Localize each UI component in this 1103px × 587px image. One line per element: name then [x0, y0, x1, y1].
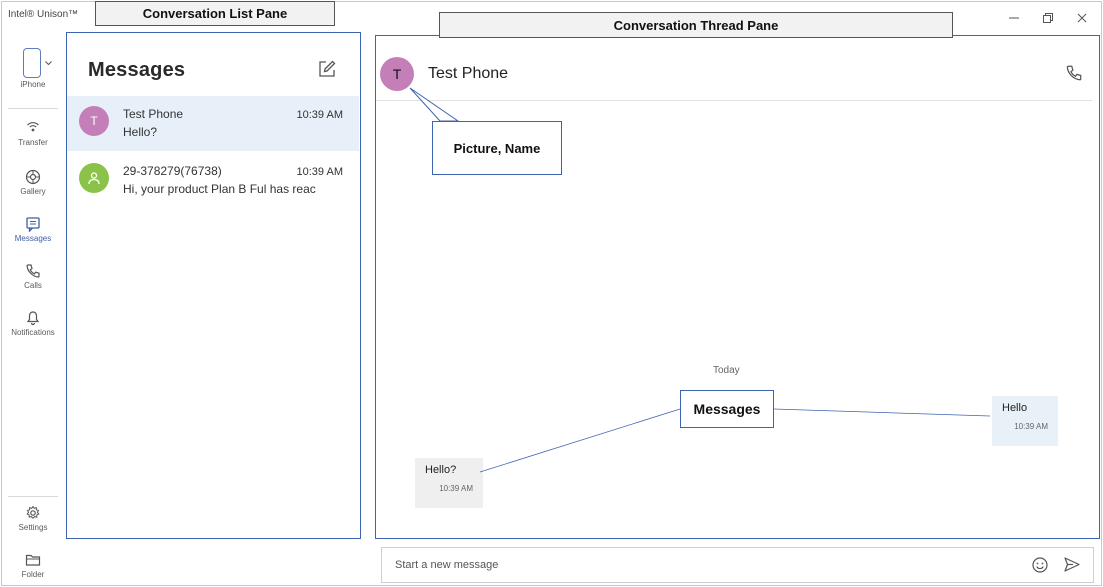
annotation-thread-pane: Conversation Thread Pane	[439, 12, 953, 38]
list-title: Messages	[88, 59, 186, 81]
conversation-time: 10:39 AM	[296, 166, 343, 178]
folder-icon	[25, 554, 41, 566]
nav-rail: iPhone Transfer Gallery Messages Calls N…	[0, 30, 66, 587]
nav-label-folder: Folder	[21, 570, 45, 579]
compose-bar	[381, 547, 1094, 583]
avatar	[79, 163, 109, 193]
bell-icon	[26, 311, 40, 326]
new-message-button[interactable]	[317, 59, 339, 81]
nav-label-notifications: Notifications	[11, 328, 55, 337]
conversation-list-pane: Messages T Test Phone 10:39 AM Hello? 29…	[66, 32, 361, 539]
chevron-down-icon	[44, 60, 52, 65]
send-button[interactable]	[1063, 556, 1081, 574]
restore-button[interactable]	[1031, 6, 1065, 30]
thread-header-divider	[376, 100, 1092, 101]
message-time: 10:39 AM	[439, 484, 473, 493]
conversation-name: 29-378279(76738)	[123, 164, 222, 178]
message-text: Hello	[1002, 402, 1028, 414]
device-selector[interactable]: iPhone	[0, 48, 66, 89]
emoji-button[interactable]	[1031, 556, 1049, 574]
conversation-item[interactable]: 29-378279(76738) 10:39 AM Hi, your produ…	[67, 153, 359, 208]
minimize-icon	[1009, 17, 1019, 19]
avatar: T	[79, 106, 109, 136]
message-input[interactable]	[395, 548, 895, 582]
nav-label-gallery: Gallery	[20, 187, 46, 196]
person-icon	[88, 172, 100, 185]
message-bubble-outgoing: Hello 10:39 AM	[992, 396, 1058, 446]
send-icon	[1064, 557, 1080, 572]
close-button[interactable]	[1065, 6, 1099, 30]
annotation-list-pane: Conversation List Pane	[95, 1, 335, 26]
gear-icon	[26, 505, 40, 519]
conversation-thread-pane: T Test Phone Today Hello 10:39 AM Hello?…	[375, 35, 1100, 539]
nav-item-calls[interactable]: Calls	[0, 263, 66, 290]
nav-label-calls: Calls	[24, 281, 42, 290]
phone-device-icon	[22, 48, 41, 78]
minimize-button[interactable]	[997, 6, 1031, 30]
conversation-preview: Hi, your product Plan B Ful has reac	[123, 182, 316, 196]
messages-icon	[26, 217, 40, 232]
transfer-icon	[27, 122, 39, 132]
contact-avatar: T	[380, 57, 414, 91]
contact-name: Test Phone	[428, 65, 509, 82]
rail-divider-bottom	[8, 496, 58, 497]
conversation-time: 10:39 AM	[296, 109, 343, 121]
gallery-icon	[25, 169, 41, 185]
nav-item-gallery[interactable]: Gallery	[0, 169, 66, 196]
nav-label-transfer: Transfer	[18, 138, 48, 147]
device-label: iPhone	[20, 80, 46, 89]
nav-label-settings: Settings	[18, 523, 48, 532]
annotation-messages: Messages	[680, 390, 774, 428]
message-time: 10:39 AM	[1014, 422, 1048, 431]
phone-icon	[1066, 65, 1082, 81]
compose-icon	[319, 60, 336, 77]
nav-item-transfer[interactable]: Transfer	[0, 120, 66, 147]
conversation-item[interactable]: T Test Phone 10:39 AM Hello?	[67, 96, 359, 151]
emoji-icon	[1032, 557, 1048, 573]
day-separator: Today	[713, 365, 740, 376]
restore-icon	[1043, 13, 1053, 23]
window-controls	[997, 6, 1099, 30]
conversation-name: Test Phone	[123, 107, 184, 121]
nav-item-folder[interactable]: Folder	[0, 552, 66, 579]
phone-icon	[26, 264, 40, 278]
nav-item-messages[interactable]: Messages	[0, 216, 66, 243]
conversation-preview: Hello?	[123, 125, 158, 139]
message-bubble-incoming: Hello? 10:39 AM	[415, 458, 483, 508]
message-text: Hello?	[425, 464, 457, 476]
close-icon	[1077, 13, 1087, 23]
call-button[interactable]	[1065, 64, 1085, 84]
annotation-picture-name: Picture, Name	[432, 121, 562, 175]
nav-item-settings[interactable]: Settings	[0, 505, 66, 532]
nav-item-notifications[interactable]: Notifications	[0, 310, 66, 337]
app-title: Intel® Unison™	[8, 9, 79, 20]
nav-label-messages: Messages	[14, 234, 52, 243]
rail-divider	[8, 108, 58, 109]
